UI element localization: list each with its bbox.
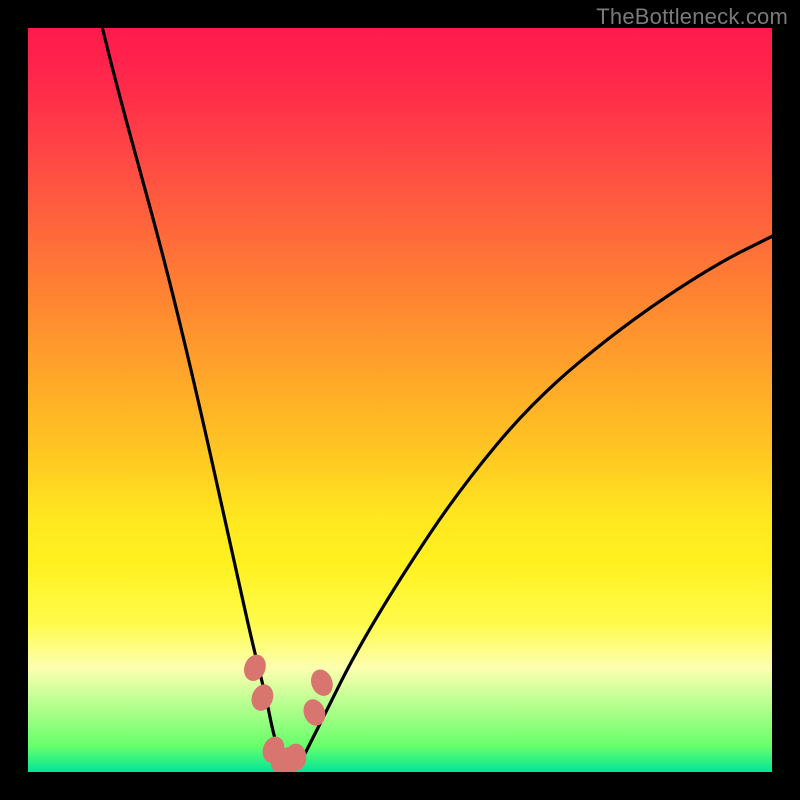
curve-marker xyxy=(308,667,336,698)
curve-group xyxy=(102,28,772,765)
watermark-text: TheBottleneck.com xyxy=(596,4,788,30)
curve-marker xyxy=(301,697,329,728)
bottleneck-curve-path xyxy=(102,28,772,765)
curve-marker xyxy=(286,744,306,770)
plot-area xyxy=(28,28,772,772)
bottleneck-curve-svg xyxy=(28,28,772,772)
curve-marker xyxy=(241,652,269,683)
outer-frame: TheBottleneck.com xyxy=(0,0,800,800)
marker-group xyxy=(241,652,336,772)
curve-marker xyxy=(249,682,277,713)
